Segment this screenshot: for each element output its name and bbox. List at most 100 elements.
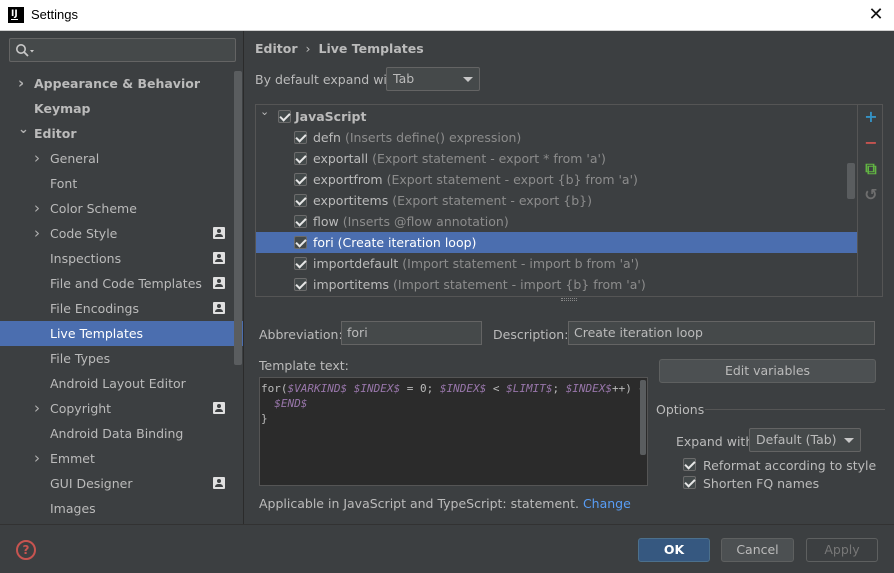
templates-list: ⌄ JavaScript defn (Inserts define() expres…	[255, 104, 883, 297]
editor-scrollbar[interactable]	[640, 380, 646, 455]
resize-handle[interactable]	[561, 297, 577, 303]
sidebar-item-android-layout-editor[interactable]: Android Layout Editor	[0, 371, 243, 396]
title-bar: IJ Settings ✕	[0, 0, 894, 31]
template-checkbox[interactable]	[294, 194, 307, 207]
template-abbreviation: exportall	[313, 151, 369, 166]
sidebar-item-label: File and Code Templates	[50, 276, 202, 291]
chevron-right-icon[interactable]: ›	[34, 146, 46, 171]
template-checkbox[interactable]	[294, 236, 307, 249]
edit-variables-button[interactable]: Edit variables	[659, 359, 876, 383]
template-abbreviation: defn	[313, 130, 341, 145]
sidebar-item-code-style[interactable]: › Code Style	[0, 221, 243, 246]
sidebar-item-appearance-behavior[interactable]: › Appearance & Behavior	[0, 71, 243, 96]
description-label: Description:	[493, 327, 569, 342]
chevron-right-icon[interactable]: ›	[34, 396, 46, 421]
template-checkbox[interactable]	[294, 278, 307, 291]
sidebar-item-android-data-binding[interactable]: Android Data Binding	[0, 421, 243, 446]
expand-with-label: Expand with	[676, 434, 754, 449]
template-checkbox[interactable]	[294, 152, 307, 165]
sidebar-item-file-types[interactable]: File Types	[0, 346, 243, 371]
sidebar-scrollbar[interactable]	[234, 71, 242, 365]
chevron-right-icon[interactable]: ›	[18, 71, 30, 96]
sidebar-item-label: Android Data Binding	[50, 426, 184, 441]
ok-button[interactable]: OK	[638, 538, 710, 562]
template-row[interactable]: exportall (Export statement - export * f…	[256, 148, 857, 169]
sidebar-item-label: Editor	[34, 126, 77, 141]
template-row[interactable]: flow (Inserts @flow annotation)	[256, 211, 857, 232]
default-expand-value: Tab	[393, 71, 415, 86]
breadcrumb-current: Live Templates	[318, 41, 424, 56]
cancel-button[interactable]: Cancel	[721, 538, 794, 562]
sidebar-item-label: Code Style	[50, 226, 118, 241]
reformat-checkbox[interactable]	[683, 458, 696, 471]
sidebar-item-font[interactable]: Font	[0, 171, 243, 196]
template-checkbox[interactable]	[294, 131, 307, 144]
template-checkbox[interactable]	[294, 173, 307, 186]
templates-scrollbar[interactable]	[847, 163, 855, 199]
options-label: Options	[656, 402, 705, 417]
template-row[interactable]: fori (Create iteration loop)	[256, 232, 857, 253]
sidebar-item-label: Color Scheme	[50, 201, 137, 216]
sidebar-item-images[interactable]: Images	[0, 496, 243, 521]
restore-icon[interactable]: ↺	[863, 187, 879, 203]
sidebar-item-gui-designer[interactable]: GUI Designer	[0, 471, 243, 496]
project-level-icon	[213, 477, 225, 489]
sidebar-item-file-encodings[interactable]: File Encodings	[0, 296, 243, 321]
settings-sidebar: › Appearance & Behavior Keymap ⌄ Editor › Gene…	[0, 31, 244, 524]
window-title: Settings	[31, 7, 78, 22]
expand-with-select[interactable]: Default (Tab)	[749, 428, 861, 452]
shorten-fq-label: Shorten FQ names	[703, 476, 820, 491]
sidebar-item-copyright[interactable]: › Copyright	[0, 396, 243, 421]
default-expand-select[interactable]: Tab	[386, 67, 480, 91]
template-row[interactable]: importitems (Import statement - import {…	[256, 274, 857, 295]
chevron-down-icon[interactable]: ⌄	[260, 101, 269, 122]
template-abbreviation: flow	[313, 214, 339, 229]
template-text-editor[interactable]: for($VARKIND$ $INDEX$ = 0; $INDEX$ < $LI…	[259, 377, 648, 486]
sidebar-item-keymap[interactable]: Keymap	[0, 96, 243, 121]
chevron-down-icon[interactable]: ⌄	[18, 117, 30, 142]
breadcrumb-parent: Editor	[255, 41, 298, 56]
sidebar-item-file-and-code-templates[interactable]: File and Code Templates	[0, 271, 243, 296]
live-templates-panel: Editor › Live Templates By default expand …	[245, 31, 894, 524]
template-text-line: for($VARKIND$ $INDEX$ = 0; $INDEX$ < $LI…	[261, 382, 646, 395]
chevron-right-icon[interactable]: ›	[34, 221, 46, 246]
template-group-row[interactable]: ⌄ JavaScript	[256, 105, 857, 127]
search-icon	[16, 44, 34, 57]
sidebar-item-label: Copyright	[50, 401, 112, 416]
template-text-label: Template text:	[259, 358, 349, 373]
change-context-link[interactable]: Change	[583, 496, 631, 511]
project-level-icon	[213, 277, 225, 289]
copy-icon[interactable]: ⧉	[863, 161, 879, 177]
chevron-right-icon[interactable]: ›	[34, 196, 46, 221]
options-divider	[705, 409, 885, 410]
sidebar-item-general[interactable]: › General	[0, 146, 243, 171]
abbreviation-input[interactable]: fori	[341, 321, 482, 345]
sidebar-item-color-scheme[interactable]: › Color Scheme	[0, 196, 243, 221]
description-input[interactable]: Create iteration loop	[568, 321, 875, 345]
settings-search-input[interactable]	[9, 38, 236, 62]
sidebar-item-live-templates[interactable]: Live Templates	[0, 321, 243, 346]
sidebar-item-editor[interactable]: ⌄ Editor	[0, 121, 243, 146]
sidebar-item-label: Emmet	[50, 451, 95, 466]
template-checkbox[interactable]	[294, 257, 307, 270]
sidebar-item-label: Keymap	[34, 101, 91, 116]
apply-button[interactable]: Apply	[806, 538, 878, 562]
template-row[interactable]: exportitems (Export statement - export {…	[256, 190, 857, 211]
template-description: (Export statement - export {b} from 'a')	[386, 172, 638, 187]
template-row[interactable]: importdefault (Import statement - import…	[256, 253, 857, 274]
shorten-fq-checkbox[interactable]	[683, 476, 696, 489]
remove-icon[interactable]: −	[863, 135, 879, 151]
help-icon[interactable]: ?	[16, 540, 36, 560]
templates-toolbar: + − ⧉ ↺	[857, 105, 883, 296]
template-checkbox[interactable]	[294, 215, 307, 228]
template-row[interactable]: defn (Inserts define() expression)	[256, 127, 857, 148]
close-icon[interactable]: ✕	[864, 3, 888, 27]
template-text-line: }	[261, 412, 268, 425]
chevron-right-icon[interactable]: ›	[34, 446, 46, 471]
template-row[interactable]: exportfrom (Export statement - export {b…	[256, 169, 857, 190]
template-text-line: $END$	[274, 397, 308, 410]
sidebar-item-inspections[interactable]: Inspections	[0, 246, 243, 271]
sidebar-item-emmet[interactable]: › Emmet	[0, 446, 243, 471]
group-checkbox[interactable]	[278, 110, 291, 123]
add-icon[interactable]: +	[863, 109, 879, 125]
